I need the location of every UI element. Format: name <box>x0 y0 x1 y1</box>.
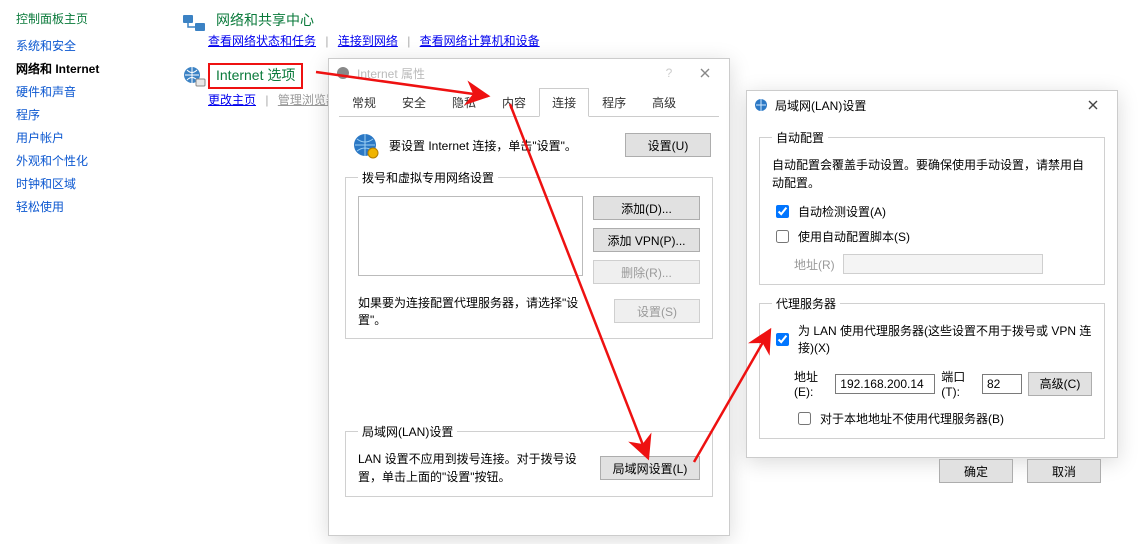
advanced-button[interactable]: 高级(C) <box>1028 372 1092 396</box>
proxy-port-input[interactable] <box>982 374 1022 394</box>
globe-icon <box>351 131 379 159</box>
proxy-note: 如果要为连接配置代理服务器，请选择"设置"。 <box>358 294 604 328</box>
tab-programs[interactable]: 程序 <box>589 88 639 117</box>
auto-config-legend: 自动配置 <box>772 129 828 146</box>
ok-button[interactable]: 确定 <box>939 459 1013 483</box>
lan-settings-button[interactable]: 局域网设置(L) <box>600 456 700 480</box>
lan-dialog-title: 局域网(LAN)设置 <box>775 97 866 114</box>
sidebar-item-appearance[interactable]: 外观和个性化 <box>16 152 160 169</box>
proxy-server-group: 代理服务器 为 LAN 使用代理服务器(这些设置不用于拨号或 VPN 连接)(X… <box>759 295 1105 439</box>
sidebar-item-hardware-sound[interactable]: 硬件和声音 <box>16 83 160 100</box>
setup-button[interactable]: 设置(U) <box>625 133 711 157</box>
link-view-network-status[interactable]: 查看网络状态和任务 <box>208 34 316 48</box>
auto-detect-input[interactable] <box>776 205 789 218</box>
script-address-label: 地址(R) <box>794 256 835 273</box>
lan-dialog-icon <box>753 97 769 113</box>
tab-general[interactable]: 常规 <box>339 88 389 117</box>
sidebar-item-network-internet[interactable]: 网络和 Internet <box>16 60 160 77</box>
use-proxy-input[interactable] <box>776 333 789 346</box>
script-address-input <box>843 254 1043 274</box>
proxy-port-label: 端口(T): <box>941 368 976 399</box>
dialup-vpn-group: 拨号和虚拟专用网络设置 添加(D)... 添加 VPN(P)... 删除(R).… <box>345 169 713 339</box>
tab-privacy[interactable]: 隐私 <box>439 88 489 117</box>
control-panel-sidebar: 控制面板主页 系统和安全 网络和 Internet 硬件和声音 程序 用户帐户 … <box>0 0 160 221</box>
tab-content[interactable]: 内容 <box>489 88 539 117</box>
network-center-icon <box>180 10 208 38</box>
internet-options-title[interactable]: Internet 选项 <box>216 67 295 83</box>
tab-security[interactable]: 安全 <box>389 88 439 117</box>
use-proxy-checkbox[interactable]: 为 LAN 使用代理服务器(这些设置不用于拨号或 VPN 连接)(X) <box>772 322 1092 356</box>
use-script-checkbox[interactable]: 使用自动配置脚本(S) <box>772 227 910 246</box>
settings-button: 设置(S) <box>614 299 700 323</box>
internet-properties-dialog: Internet 属性 ? 常规 安全 隐私 内容 连接 程序 高级 要设置 I… <box>328 58 730 536</box>
setup-text: 要设置 Internet 连接，单击"设置"。 <box>389 137 625 154</box>
remove-button: 删除(R)... <box>593 260 700 284</box>
dialog-icon <box>335 65 351 81</box>
connections-listbox[interactable] <box>358 196 583 276</box>
link-change-home-page[interactable]: 更改主页 <box>208 93 256 107</box>
tabs: 常规 安全 隐私 内容 连接 程序 高级 <box>339 87 719 117</box>
internet-options-highlight: Internet 选项 <box>208 63 303 89</box>
help-button[interactable]: ? <box>651 61 687 85</box>
sidebar-header: 控制面板主页 <box>16 10 160 27</box>
sidebar-item-programs[interactable]: 程序 <box>16 106 160 123</box>
auto-config-note: 自动配置会覆盖手动设置。要确保使用手动设置，请禁用自动配置。 <box>772 156 1092 192</box>
dialog-title: Internet 属性 <box>357 65 425 82</box>
add-vpn-button[interactable]: 添加 VPN(P)... <box>593 228 700 252</box>
auto-detect-checkbox[interactable]: 自动检测设置(A) <box>772 202 886 221</box>
cancel-button[interactable]: 取消 <box>1027 459 1101 483</box>
sidebar-item-ease-of-access[interactable]: 轻松使用 <box>16 198 160 215</box>
dialog-titlebar[interactable]: Internet 属性 ? <box>329 59 729 87</box>
lan-legend: 局域网(LAN)设置 <box>358 423 457 440</box>
network-center-title[interactable]: 网络和共享中心 <box>216 10 540 30</box>
proxy-address-input[interactable] <box>835 374 935 394</box>
sidebar-item-clock-region[interactable]: 时钟和区域 <box>16 175 160 192</box>
bypass-local-input[interactable] <box>798 412 811 425</box>
tab-connections[interactable]: 连接 <box>539 88 589 117</box>
lan-settings-group: 局域网(LAN)设置 LAN 设置不应用到拨号连接。对于拨号设置，单击上面的"设… <box>345 423 713 497</box>
internet-options-icon <box>180 63 208 91</box>
lan-close-button[interactable] <box>1075 93 1111 117</box>
lan-dialog-titlebar[interactable]: 局域网(LAN)设置 <box>747 91 1117 119</box>
link-connect-to-network[interactable]: 连接到网络 <box>338 34 398 48</box>
sidebar-item-user-accounts[interactable]: 用户帐户 <box>16 129 160 146</box>
proxy-legend: 代理服务器 <box>772 295 840 312</box>
tab-advanced[interactable]: 高级 <box>639 88 689 117</box>
dialup-legend: 拨号和虚拟专用网络设置 <box>358 169 498 186</box>
bypass-local-checkbox[interactable]: 对于本地地址不使用代理服务器(B) <box>794 409 1004 428</box>
sidebar-item-system-security[interactable]: 系统和安全 <box>16 37 160 54</box>
link-view-network-computers[interactable]: 查看网络计算机和设备 <box>420 34 540 48</box>
proxy-address-label: 地址(E): <box>794 368 829 399</box>
close-button[interactable] <box>687 61 723 85</box>
add-button[interactable]: 添加(D)... <box>593 196 700 220</box>
use-script-input[interactable] <box>776 230 789 243</box>
lan-note: LAN 设置不应用到拨号连接。对于拨号设置，单击上面的"设置"按钮。 <box>358 450 590 486</box>
lan-settings-dialog: 局域网(LAN)设置 自动配置 自动配置会覆盖手动设置。要确保使用手动设置，请禁… <box>746 90 1118 458</box>
auto-config-group: 自动配置 自动配置会覆盖手动设置。要确保使用手动设置，请禁用自动配置。 自动检测… <box>759 129 1105 285</box>
